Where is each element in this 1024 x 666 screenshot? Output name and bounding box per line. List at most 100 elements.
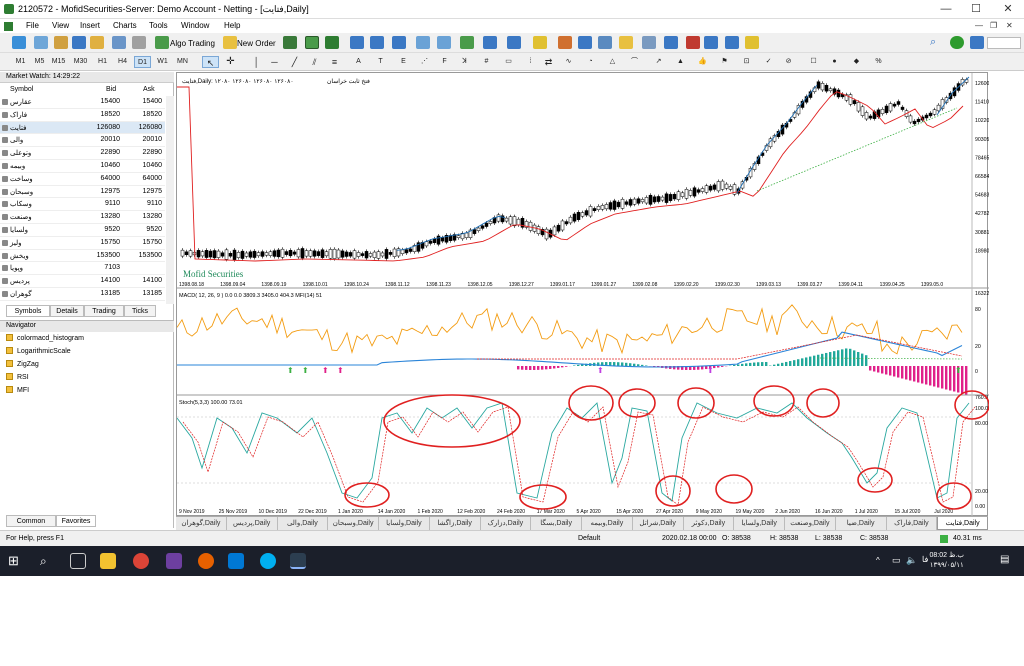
market-watch-row[interactable]: وبیمه 10460 10460	[0, 160, 165, 173]
rect-tool-icon[interactable]: ▭	[500, 56, 517, 68]
chrome-icon[interactable]	[133, 553, 149, 569]
phpstorm-icon[interactable]	[166, 553, 182, 569]
terminal-icon[interactable]	[90, 36, 104, 49]
stop-icon[interactable]: ⊘	[780, 56, 797, 68]
wave-icon[interactable]: ∿	[560, 56, 577, 68]
tray-up-icon[interactable]: ^	[876, 556, 884, 565]
new-chart-icon[interactable]	[12, 36, 26, 49]
market-watch-row[interactable]: ولیز 15750 15750	[0, 237, 165, 250]
tab-ticks[interactable]: Ticks	[124, 305, 156, 317]
tf-m5[interactable]: M5	[31, 56, 48, 68]
arrows-icon[interactable]: ⇄	[540, 56, 557, 68]
text-tool-icon[interactable]: A	[350, 56, 367, 68]
data-window-icon[interactable]	[578, 36, 592, 49]
network-icon[interactable]: ▭	[892, 555, 901, 566]
diamond-icon[interactable]: ◆	[848, 56, 865, 68]
market-watch-icon[interactable]	[54, 36, 68, 49]
tf-m15[interactable]: M15	[50, 56, 67, 68]
fan-icon[interactable]: ⋰	[416, 56, 433, 68]
doc-restore-icon[interactable]: ❐	[990, 21, 997, 30]
fibonacci-icon[interactable]: ≡	[326, 56, 343, 68]
market-watch-row[interactable]: وسکاب 9110 9110	[0, 198, 165, 212]
tf-m30[interactable]: M30	[72, 56, 89, 68]
market-icon[interactable]	[664, 36, 678, 49]
cursor-icon[interactable]: ↖	[202, 56, 219, 68]
tools-icon[interactable]	[558, 36, 572, 49]
strategy-tester-icon[interactable]	[112, 36, 126, 49]
circle-icon[interactable]: ●	[826, 56, 843, 68]
price-label-icon[interactable]: ⊡	[738, 56, 755, 68]
thumbs-up-icon[interactable]: 👍	[694, 56, 711, 68]
account-icon[interactable]	[950, 36, 964, 49]
market-watch-row[interactable]: وتوعلی 22890 22890	[0, 147, 165, 160]
zoom-in-icon[interactable]	[350, 36, 364, 49]
tile-windows-icon[interactable]	[392, 36, 406, 49]
signals-icon[interactable]	[642, 36, 656, 49]
triangle-icon[interactable]: △	[604, 56, 621, 68]
doc-minimize-icon[interactable]: —	[975, 21, 983, 30]
menu-window[interactable]: Window	[181, 21, 209, 30]
market-watch-row[interactable]: ولسایا 9520 9520	[0, 224, 165, 237]
keyboard-lang-icon[interactable]: فا	[922, 555, 928, 564]
profiles-icon[interactable]	[34, 36, 48, 49]
tf-mn[interactable]: MN	[174, 56, 191, 68]
screens-icon[interactable]	[598, 36, 612, 49]
doc-close-icon[interactable]: ✕	[1006, 21, 1013, 30]
minimize-button[interactable]: —	[932, 2, 960, 16]
menu-file[interactable]: File	[26, 21, 39, 30]
volume-icon[interactable]: 🔈	[906, 555, 917, 566]
market-watch-row[interactable]: وسبحان 12975 12975	[0, 186, 165, 199]
chart-tab[interactable]: وسبحان,Daily	[328, 517, 379, 530]
menu-insert[interactable]: Insert	[80, 21, 100, 30]
new-order-icon[interactable]	[223, 36, 237, 49]
chat-icon[interactable]	[970, 36, 984, 49]
trendline-icon[interactable]: ╱	[286, 56, 303, 68]
maximize-button[interactable]: ☐	[962, 2, 990, 16]
market-watch-row[interactable]: فتایت 126080 126080	[0, 121, 165, 135]
menu-view[interactable]: View	[52, 21, 69, 30]
save-icon[interactable]	[725, 36, 739, 49]
grid-tool-icon[interactable]: #	[478, 56, 495, 68]
chart-tab[interactable]: وبیمه,Daily	[582, 517, 633, 530]
chart-tab[interactable]: ضیا,Daily	[836, 517, 887, 530]
indicators-icon[interactable]	[460, 36, 474, 49]
nav-item-mfi[interactable]: MFI	[6, 386, 29, 394]
tf-d1[interactable]: D1	[134, 56, 151, 68]
chart-tab[interactable]: فاراک,Daily	[887, 517, 938, 530]
chart-canvas[interactable]: فتایت,Daily: ۱۲۰۸۰ ۱۲۶۰۸۰ ۱۲۶۰۸۰ ۱۲۶۰۸۰ …	[176, 73, 994, 517]
market-watch-row[interactable]: وصنعت 13280 13280	[0, 211, 165, 224]
chart-tab[interactable]: پردیس,Daily	[227, 517, 278, 530]
menu-tools[interactable]: Tools	[149, 21, 168, 30]
arc-icon[interactable]: ⌒	[626, 56, 643, 68]
vscode-icon[interactable]	[228, 553, 244, 569]
skype-icon[interactable]	[260, 553, 276, 569]
menu-help[interactable]: Help	[224, 21, 240, 30]
chart-tab[interactable]: والی,Daily	[278, 517, 329, 530]
market-watch-row[interactable]: وساخت 64000 64000	[0, 173, 165, 186]
alerts-icon[interactable]	[619, 36, 633, 49]
close-button[interactable]: ✕	[994, 2, 1022, 16]
line-chart-icon[interactable]	[325, 36, 339, 49]
periods-icon[interactable]	[483, 36, 497, 49]
ellipse-icon[interactable]: ◔	[582, 56, 599, 68]
cycle-tool-icon[interactable]: ⁞	[522, 56, 539, 68]
market-watch-row[interactable]: وپویا 7103	[0, 262, 165, 276]
market-watch-scrollbar[interactable]	[166, 96, 174, 304]
tab-symbols[interactable]: Symbols	[6, 305, 50, 317]
objects-icon[interactable]	[533, 36, 547, 49]
check-icon[interactable]: ✓	[760, 56, 777, 68]
nav-item-zigzag[interactable]: ZigZag	[6, 360, 39, 368]
journal-icon[interactable]	[745, 36, 759, 49]
chart-window[interactable]: فتایت,Daily: ۱۲۰۸۰ ۱۲۶۰۸۰ ۱۲۶۰۸۰ ۱۲۶۰۸۰ …	[176, 72, 994, 517]
windows-start-icon[interactable]: ⊞	[8, 553, 24, 569]
market-watch-row[interactable]: والی 20010 20010	[0, 134, 165, 148]
chart-shift-icon[interactable]	[437, 36, 451, 49]
chart-tab[interactable]: دزارک,Daily	[481, 517, 532, 530]
menu-charts[interactable]: Charts	[113, 21, 137, 30]
chart-tab[interactable]: زاگشا,Daily	[430, 517, 481, 530]
col-symbol[interactable]: Symbol	[10, 86, 33, 93]
trend-icon[interactable]: ↗	[650, 56, 667, 68]
tf-h1[interactable]: H1	[94, 56, 111, 68]
search-taskbar-icon[interactable]: ⌕	[40, 553, 56, 569]
zoom-out-icon[interactable]	[370, 36, 384, 49]
